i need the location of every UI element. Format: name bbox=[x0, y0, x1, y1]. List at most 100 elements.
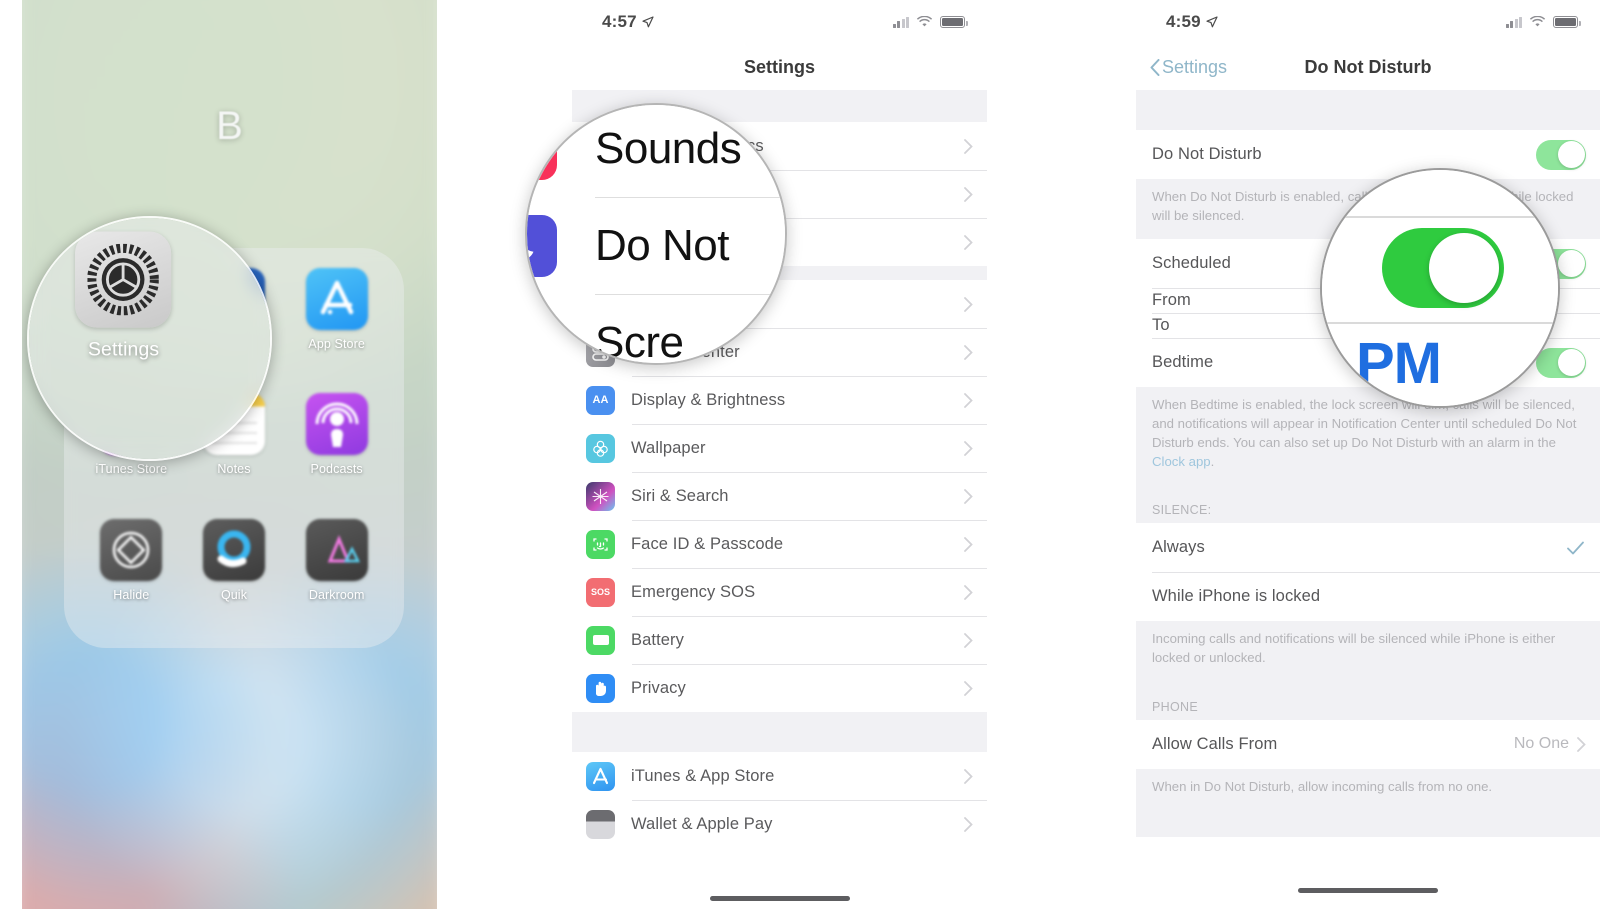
section-gap bbox=[572, 712, 987, 752]
folder-title-letter: B bbox=[216, 104, 243, 148]
cellular-bars-icon bbox=[1505, 16, 1522, 28]
row-label: Battery bbox=[631, 630, 684, 649]
chevron-right-icon bbox=[964, 186, 973, 202]
magnified-row-sounds: Sounds bbox=[527, 105, 785, 197]
settings-row-emergency-sos[interactable]: SOS Emergency SOS bbox=[572, 568, 987, 616]
battery-icon bbox=[940, 16, 968, 28]
chevron-right-icon bbox=[964, 138, 973, 154]
emergency-sos-icon: SOS bbox=[586, 577, 615, 607]
halide-icon bbox=[100, 518, 163, 581]
panel-home-screen: B Settings bbox=[22, 0, 437, 909]
magnified-row-label: Sounds bbox=[595, 124, 742, 173]
screen-time-icon bbox=[527, 312, 557, 363]
row-allow-calls-from[interactable]: Allow Calls From No One bbox=[1136, 719, 1600, 769]
home-indicator bbox=[1298, 888, 1438, 893]
scheduled-toggle-magnified[interactable] bbox=[1382, 228, 1504, 308]
settings-row-privacy[interactable]: Privacy bbox=[572, 664, 987, 712]
do-not-disturb-toggle[interactable] bbox=[1536, 139, 1586, 170]
app-icon-halide[interactable]: Halide bbox=[80, 513, 183, 638]
settings-row-battery[interactable]: Battery bbox=[572, 616, 987, 664]
face-id-icon bbox=[586, 529, 615, 559]
chevron-right-icon bbox=[964, 584, 973, 600]
settings-row-siri-search[interactable]: Siri & Search bbox=[572, 472, 987, 520]
row-silence-while-locked[interactable]: While iPhone is locked bbox=[1136, 572, 1600, 622]
toggle-knob bbox=[1557, 349, 1585, 377]
screenshot-root: B Settings bbox=[0, 0, 1600, 909]
magnified-row-label: Scre bbox=[595, 318, 684, 365]
magnified-row-do-not-disturb: Do Not bbox=[527, 198, 785, 294]
app-label: Notes bbox=[217, 462, 251, 477]
row-label: Siri & Search bbox=[631, 486, 729, 505]
siri-search-icon bbox=[586, 481, 615, 511]
allow-calls-note: When in Do Not Disturb, allow incoming c… bbox=[1136, 768, 1600, 837]
magnified-app-grid: Settings bbox=[29, 218, 270, 459]
toggle-knob bbox=[1557, 250, 1585, 278]
status-time: 4:59 bbox=[1166, 12, 1201, 31]
magnifier-content: Settings bbox=[29, 218, 270, 459]
wallet-apple-pay-icon bbox=[586, 809, 615, 839]
app-icon-darkroom[interactable]: Darkroom bbox=[285, 513, 388, 638]
back-button[interactable]: Settings bbox=[1150, 57, 1227, 78]
nav-bar: Settings Do Not Disturb bbox=[1136, 44, 1600, 90]
magnifier-content: PM bbox=[1322, 170, 1558, 406]
settings-row-face-id[interactable]: Face ID & Passcode bbox=[572, 520, 987, 568]
settings-row-wallpaper[interactable]: Wallpaper bbox=[572, 424, 987, 472]
status-indicators bbox=[892, 16, 968, 28]
chevron-left-icon bbox=[1150, 58, 1160, 76]
battery-icon bbox=[1553, 16, 1581, 28]
chevron-right-icon bbox=[964, 344, 973, 360]
settings-row-wallet-apple-pay[interactable]: Wallet & Apple Pay bbox=[572, 800, 987, 848]
back-label: Settings bbox=[1162, 56, 1228, 77]
status-time-group: 4:59 bbox=[1166, 12, 1218, 32]
magnified-rows: Sounds Do Not Scre bbox=[527, 105, 785, 365]
status-bar: 4:59 bbox=[1136, 0, 1600, 44]
battery-settings-icon bbox=[586, 625, 615, 655]
app-label: Podcasts bbox=[310, 462, 363, 477]
section-gap bbox=[1136, 90, 1600, 130]
magnified-row-screen-time: Scre bbox=[527, 295, 785, 365]
app-label: App Store bbox=[308, 337, 365, 351]
settings-row-display-brightness[interactable]: AA Display & Brightness bbox=[572, 376, 987, 424]
magnified-app-label: Settings bbox=[87, 338, 160, 361]
magnifier-do-not-disturb-row: Sounds Do Not Scre bbox=[525, 103, 787, 365]
chevron-right-icon bbox=[964, 440, 973, 456]
row-label: While iPhone is locked bbox=[1152, 587, 1321, 606]
sounds-haptics-icon bbox=[527, 118, 557, 180]
status-time-group: 4:57 bbox=[602, 12, 654, 32]
location-arrow-icon bbox=[1206, 16, 1218, 28]
chevron-right-icon bbox=[964, 536, 973, 552]
magnified-folder: Settings bbox=[29, 218, 270, 459]
row-label: Privacy bbox=[631, 678, 686, 697]
nav-bar: Settings bbox=[572, 44, 987, 90]
row-silence-always[interactable]: Always bbox=[1136, 523, 1600, 573]
row-label: Do Not Disturb bbox=[1152, 145, 1262, 163]
page-title: Do Not Disturb bbox=[1304, 56, 1432, 77]
app-icon-quik[interactable]: Quik bbox=[183, 513, 286, 638]
app-icon-app-store[interactable]: App Store bbox=[285, 262, 388, 387]
cellular-bars-icon bbox=[892, 16, 909, 28]
row-value: No One bbox=[1513, 735, 1569, 753]
row-label: Emergency SOS bbox=[631, 582, 756, 601]
status-indicators bbox=[1505, 16, 1581, 28]
page-title: Settings bbox=[743, 56, 815, 77]
clock-app-link[interactable]: Clock app bbox=[1152, 454, 1211, 469]
row-label: Wallet & Apple Pay bbox=[631, 814, 773, 833]
status-time: 4:57 bbox=[602, 12, 637, 31]
chevron-right-icon bbox=[964, 680, 973, 696]
toggle-knob bbox=[1429, 233, 1499, 303]
app-label: Quik bbox=[220, 587, 248, 602]
row-label: Allow Calls From bbox=[1152, 734, 1278, 753]
magnifier-scheduled-toggle: PM bbox=[1320, 168, 1560, 408]
display-brightness-icon: AA bbox=[586, 385, 615, 415]
checkmark-icon bbox=[1567, 541, 1584, 555]
chevron-right-icon bbox=[964, 234, 973, 250]
row-label: iTunes & App Store bbox=[631, 766, 775, 785]
silence-section-header: SILENCE: bbox=[1136, 485, 1600, 524]
magnified-app-settings: Settings bbox=[44, 222, 203, 416]
app-label: Halide bbox=[113, 587, 150, 602]
chevron-right-icon bbox=[1577, 736, 1586, 752]
toggle-knob bbox=[1557, 141, 1585, 168]
status-bar: 4:57 bbox=[572, 0, 987, 44]
settings-row-itunes-app-store[interactable]: iTunes & App Store bbox=[572, 752, 987, 800]
app-icon-podcasts[interactable]: Podcasts bbox=[285, 387, 388, 512]
